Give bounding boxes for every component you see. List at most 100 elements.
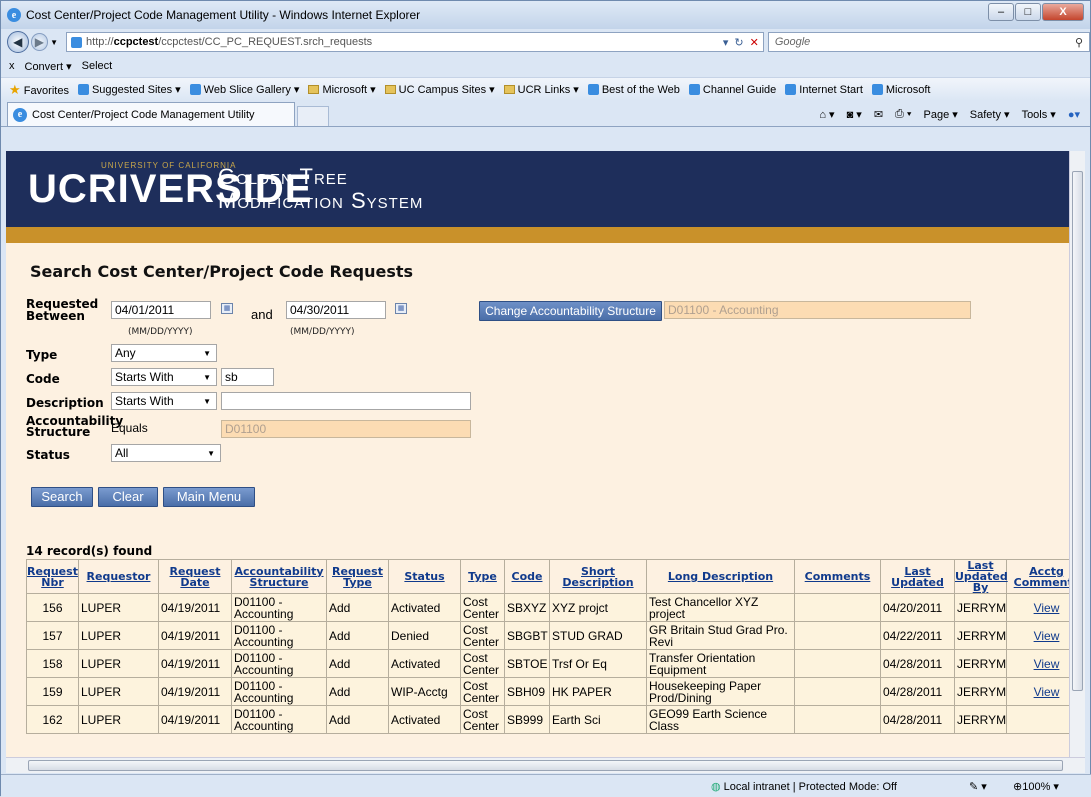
header-banner: UNIVERSITY OF CALIFORNIA UCRIVERSIDE Gol… bbox=[6, 151, 1069, 227]
change-accountability-button[interactable]: Change Accountability Structure bbox=[479, 301, 662, 321]
col-request-date[interactable]: Request Date bbox=[158, 559, 232, 594]
record-count: 14 record(s) found bbox=[26, 544, 153, 558]
scroll-thumb[interactable] bbox=[28, 760, 1063, 771]
address-dropdown-icon[interactable]: ▾ bbox=[723, 36, 729, 49]
col-request-type[interactable]: Request Type bbox=[326, 559, 389, 594]
stop-icon[interactable]: ✕ bbox=[750, 36, 759, 49]
convert-button[interactable]: Convert ▾ bbox=[25, 60, 72, 73]
maximize-button[interactable]: □ bbox=[1015, 3, 1041, 21]
print-icon[interactable]: ⎙ ▾ bbox=[895, 108, 911, 121]
fav-channel-guide[interactable]: Channel Guide bbox=[688, 83, 776, 96]
cell-short: Earth Sci bbox=[549, 705, 647, 734]
favorites-bar: ★ Favorites Suggested Sites ▾ Web Slice … bbox=[1, 77, 1090, 101]
fav-microsoft-folder[interactable]: Microsoft ▾ bbox=[308, 83, 376, 96]
date-from-input[interactable]: 04/01/2011 bbox=[111, 301, 211, 319]
close-toolbar-icon[interactable]: x bbox=[9, 60, 15, 72]
col-long-desc[interactable]: Long Description bbox=[646, 559, 795, 594]
help-icon[interactable]: ●▾ bbox=[1068, 108, 1080, 121]
col-comments[interactable]: Comments bbox=[794, 559, 881, 594]
code-input[interactable]: sb bbox=[221, 368, 274, 386]
feeds-icon[interactable]: ◙ ▾ bbox=[847, 108, 862, 121]
security-icon[interactable]: ✎ ▾ bbox=[969, 780, 987, 793]
fav-microsoft[interactable]: Microsoft bbox=[871, 83, 931, 96]
fav-ucr-links[interactable]: UCR Links ▾ bbox=[503, 83, 579, 96]
cell-view[interactable]: View bbox=[1006, 593, 1069, 622]
col-last-updated-by[interactable]: Last Updated By bbox=[954, 559, 1008, 594]
cell-upd: 04/28/2011 bbox=[880, 649, 955, 678]
cell-view[interactable]: View bbox=[1006, 649, 1069, 678]
col-accountability[interactable]: Accountability Structure bbox=[231, 559, 327, 594]
scroll-thumb[interactable] bbox=[1072, 171, 1083, 691]
tools-menu[interactable]: Tools ▾ bbox=[1022, 108, 1056, 121]
zoom-level: 100% bbox=[1022, 780, 1051, 793]
accountability-input: D01100 bbox=[221, 420, 471, 438]
cell-date: 04/19/2011 bbox=[158, 705, 232, 734]
col-requestor[interactable]: Requestor bbox=[78, 559, 159, 594]
mail-icon[interactable]: ✉ bbox=[874, 108, 883, 121]
favorites-button[interactable]: ★ Favorites bbox=[9, 82, 69, 98]
main-menu-button[interactable]: Main Menu bbox=[163, 487, 255, 507]
cell-rtype: Add bbox=[326, 705, 389, 734]
cell-nbr: 159 bbox=[26, 677, 79, 706]
fav-label: Web Slice Gallery ▾ bbox=[203, 84, 300, 96]
col-status[interactable]: Status bbox=[388, 559, 461, 594]
back-button[interactable]: ◀ bbox=[7, 31, 29, 53]
col-short-desc[interactable]: Short Description bbox=[549, 559, 647, 594]
calendar-icon[interactable]: ▦ bbox=[395, 303, 407, 314]
table-body: 156 LUPER 04/19/2011 D01100 - Accounting Add… bbox=[26, 593, 1069, 734]
col-request-nbr[interactable]: Request Nbr bbox=[26, 559, 79, 594]
cell-view[interactable]: View bbox=[1006, 621, 1069, 650]
horizontal-scrollbar[interactable] bbox=[6, 757, 1085, 773]
fav-best-of-web[interactable]: Best of the Web bbox=[587, 83, 680, 96]
history-dropdown-icon[interactable]: ▼ bbox=[50, 38, 58, 47]
date-to-input[interactable]: 04/30/2011 bbox=[286, 301, 386, 319]
tab-current[interactable]: e Cost Center/Project Code Management Uti… bbox=[7, 102, 295, 126]
date-from-hint: (MM/DD/YYYY) bbox=[128, 327, 193, 337]
col-code[interactable]: Code bbox=[504, 559, 550, 594]
cell-code: SBXYZ bbox=[504, 593, 550, 622]
page-content: UNIVERSITY OF CALIFORNIA UCRIVERSIDE Gol… bbox=[6, 151, 1069, 757]
code-operator-select[interactable]: Starts With bbox=[111, 368, 217, 386]
close-button[interactable]: X bbox=[1042, 3, 1084, 21]
home-icon[interactable]: ⌂ ▾ bbox=[819, 108, 834, 121]
cell-view[interactable]: View bbox=[1006, 677, 1069, 706]
safety-menu[interactable]: Safety ▾ bbox=[970, 108, 1010, 121]
calendar-icon[interactable]: ▦ bbox=[221, 303, 233, 314]
description-label: Description bbox=[26, 396, 104, 410]
fav-internet-start[interactable]: Internet Start bbox=[785, 83, 863, 96]
cell-code: SB999 bbox=[504, 705, 550, 734]
fav-suggested-sites[interactable]: Suggested Sites ▾ bbox=[77, 83, 181, 96]
forward-button[interactable]: ▶ bbox=[30, 33, 49, 51]
cell-by: JERRYM bbox=[954, 677, 1007, 706]
description-input[interactable] bbox=[221, 392, 471, 410]
address-bar[interactable]: http://ccpctest/ccpctest/CC_PC_REQUEST.s… bbox=[66, 32, 764, 52]
cell-code: SBH09 bbox=[504, 677, 550, 706]
convert-label: Convert bbox=[24, 60, 64, 73]
and-label: and bbox=[251, 307, 273, 322]
clear-button[interactable]: Clear bbox=[98, 487, 158, 507]
fav-uc-campus[interactable]: UC Campus Sites ▾ bbox=[384, 83, 495, 96]
zoom-control[interactable]: ⊕100% ▾ bbox=[1013, 780, 1059, 793]
type-select[interactable]: Any bbox=[111, 344, 217, 362]
cell-type: Cost Center bbox=[460, 649, 505, 678]
page-menu[interactable]: Page ▾ bbox=[924, 108, 958, 121]
search-button[interactable]: Search bbox=[31, 487, 93, 507]
cell-req: LUPER bbox=[78, 649, 159, 678]
page-icon bbox=[871, 83, 883, 95]
col-acctg-comments[interactable]: Acctg Comments bbox=[1006, 559, 1069, 594]
fav-label: UCR Links ▾ bbox=[517, 84, 579, 96]
refresh-icon[interactable]: ↻ bbox=[734, 36, 743, 49]
status-select[interactable]: All bbox=[111, 444, 221, 462]
minimize-button[interactable]: – bbox=[988, 3, 1014, 21]
search-input[interactable]: Google ⚲ bbox=[767, 32, 1090, 52]
col-type[interactable]: Type bbox=[460, 559, 505, 594]
description-operator-select[interactable]: Starts With bbox=[111, 392, 217, 410]
table-row: 156 LUPER 04/19/2011 D01100 - Accounting Add… bbox=[26, 593, 1069, 622]
fav-web-slice[interactable]: Web Slice Gallery ▾ bbox=[189, 83, 300, 96]
search-icon[interactable]: ⚲ bbox=[1075, 36, 1083, 49]
col-last-updated[interactable]: Last Updated bbox=[880, 559, 955, 594]
select-button[interactable]: Select bbox=[82, 60, 113, 72]
new-tab-button[interactable] bbox=[297, 106, 329, 126]
vertical-scrollbar[interactable] bbox=[1069, 151, 1085, 757]
cell-view[interactable] bbox=[1006, 705, 1069, 734]
